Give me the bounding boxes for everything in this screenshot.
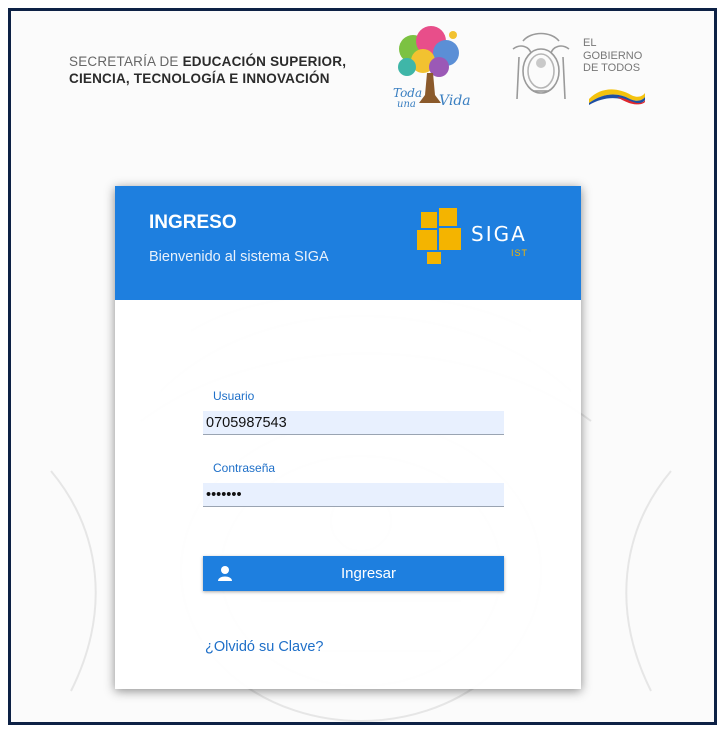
gobierno-line3: DE TODOS — [583, 62, 641, 74]
secretaria-line1-thin: SECRETARÍA DE — [69, 54, 183, 69]
page-frame: SECRETARÍA DE EDUCACIÓN SUPERIOR, CIENCI… — [8, 8, 717, 725]
svg-text:Toda: Toda — [393, 86, 422, 100]
gobierno-label: EL GOBIERNO DE TODOS — [583, 37, 642, 75]
forgot-password-link[interactable]: ¿Olvidó su Clave? — [205, 639, 323, 655]
svg-text:una: una — [397, 99, 416, 109]
siga-logo-sub: IST — [511, 248, 529, 258]
login-title: INGRESO — [149, 212, 237, 233]
shield-icon — [512, 32, 570, 100]
toda-una-vida-logo: Toda una Vida — [393, 26, 471, 109]
gobierno-line1: EL — [583, 37, 597, 49]
password-label: Contraseña — [213, 461, 276, 475]
login-card: INGRESO Bienvenido al sistema SIGA SIGA … — [115, 186, 581, 689]
secretaria-line1-bold: EDUCACIÓN SUPERIOR, — [182, 54, 347, 69]
ingresar-button[interactable]: Ingresar — [203, 556, 504, 591]
usuario-label: Usuario — [213, 389, 255, 403]
gobierno-flag-icon — [589, 89, 645, 105]
svg-text:Vida: Vida — [439, 93, 471, 109]
header: SECRETARÍA DE EDUCACIÓN SUPERIOR, CIENCI… — [11, 11, 714, 131]
ingresar-button-label: Ingresar — [340, 565, 397, 582]
siga-logo-word: SIGA — [471, 222, 527, 246]
usuario-field[interactable] — [203, 411, 504, 435]
login-subtitle: Bienvenido al sistema SIGA — [149, 249, 329, 265]
secretaria-line2: CIENCIA, TECNOLOGÍA E INNOVACIÓN — [69, 71, 330, 86]
login-card-header: INGRESO Bienvenido al sistema SIGA SIGA … — [115, 186, 581, 300]
secretaria-title: SECRETARÍA DE EDUCACIÓN SUPERIOR, CIENCI… — [69, 53, 346, 87]
gobierno-line2: GOBIERNO — [583, 49, 643, 62]
password-field[interactable] — [203, 483, 504, 507]
